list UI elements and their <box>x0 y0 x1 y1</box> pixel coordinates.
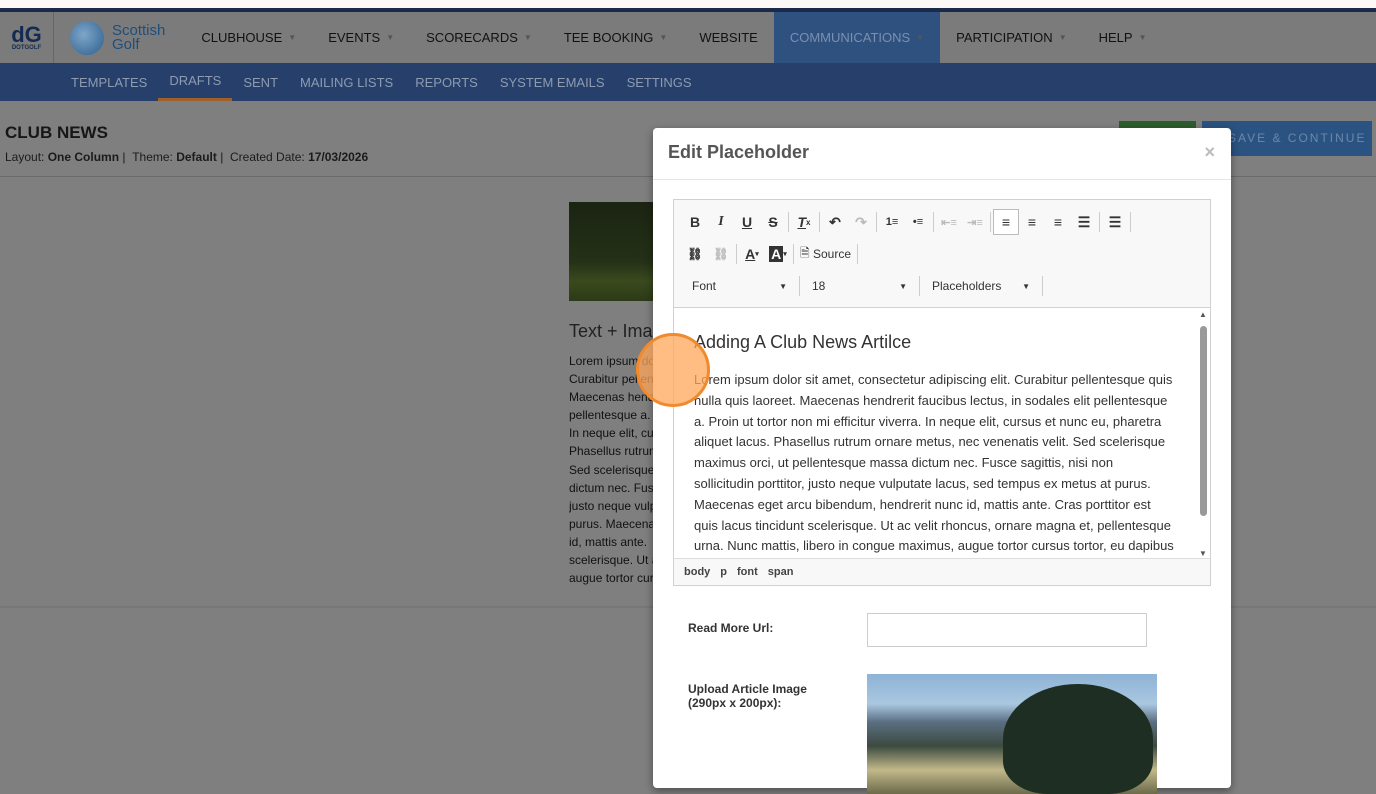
caret-down-icon: ▼ <box>1058 33 1067 42</box>
text-line: purus. Maecenas <box>569 516 659 531</box>
indent-icon[interactable]: ⇥≡ <box>962 209 988 235</box>
page-title: CLUB NEWS <box>5 123 108 142</box>
paragraph-line: quis lacus tincidunt scelerisque. Ut ac … <box>694 517 1171 533</box>
unlink-icon[interactable]: ⛓ <box>708 241 734 267</box>
nav-scorecards[interactable]: SCORECARDS ▼ <box>410 12 548 63</box>
paragraph-line: sollicitudin porttitor, justo neque vulp… <box>694 475 1151 491</box>
editor-content[interactable]: Adding A Club News Artilce Lorem ipsum d… <box>674 308 1210 558</box>
page-meta: Layout: One Column | Theme: Default | Cr… <box>5 150 369 164</box>
article-heading: Adding A Club News Artilce <box>694 332 912 352</box>
text-line: id, mattis ante. <box>569 534 648 549</box>
horizontal-rule-icon[interactable]: ☰ <box>1102 209 1128 235</box>
paragraph-line: maximus orci, ut pellentesque massa dict… <box>694 455 1114 471</box>
justify-icon[interactable]: ☰ <box>1071 209 1097 235</box>
subnav-system-emails[interactable]: SYSTEM EMAILS <box>489 63 616 101</box>
path-p[interactable]: p <box>720 566 727 578</box>
golf-ball-icon <box>70 20 104 55</box>
align-left-icon[interactable]: ≡ <box>993 209 1019 235</box>
underline-icon[interactable]: U <box>734 209 760 235</box>
remove-format-icon[interactable]: Tx <box>791 209 817 235</box>
redo-icon[interactable]: ↷ <box>848 209 874 235</box>
undo-icon[interactable]: ↶ <box>822 209 848 235</box>
align-center-icon[interactable]: ≡ <box>1019 209 1045 235</box>
close-icon[interactable]: × <box>1204 142 1215 163</box>
dotgolf-logo[interactable]: dG DOTGOLF <box>0 12 54 63</box>
paragraph-line: Lorem ipsum dolor sit amet, consectetur … <box>694 372 1173 387</box>
subnav-reports[interactable]: REPORTS <box>404 63 489 101</box>
scrollbar[interactable]: ▲ ▼ <box>1198 310 1208 558</box>
paragraph-line: aliquet lacus. Phasellus rutrum ornare m… <box>694 434 1166 450</box>
text-line: pellentesque a. <box>569 408 651 423</box>
read-more-url-input[interactable] <box>867 613 1147 647</box>
source-button[interactable]: 🗎 Source <box>796 241 855 267</box>
text-line: augue tortor cursus <box>569 571 659 586</box>
rich-text-editor: B I U S Tx ↶ ↷ 1≡ •≡ ⇤≡ ⇥≡ ≡ ≡ ≡ ☰ ☰ ⛓ ⛓… <box>673 199 1211 586</box>
numbered-list-icon[interactable]: 1≡ <box>879 209 905 235</box>
read-more-label: Read More Url: <box>688 621 774 635</box>
text-color-icon[interactable]: A ▾ <box>739 241 765 267</box>
subnav-sent[interactable]: SENT <box>232 63 289 101</box>
caret-down-icon: ▼ <box>916 33 925 42</box>
text-line: justo neque vulputate <box>569 498 659 513</box>
paragraph-line: a. Proin ut tortor non mi efficitur vive… <box>694 413 1162 429</box>
uploaded-image-tree <box>1003 684 1153 794</box>
caret-down-icon: ▼ <box>288 33 297 42</box>
paragraph-line: urna. Nunc mattis, libero in congue maxi… <box>694 538 1174 554</box>
text-line: Sed scelerisque <box>569 462 655 477</box>
font-select[interactable]: Font ▼ <box>682 279 797 293</box>
upload-label: Upload Article Image (290px x 200px): <box>688 682 807 710</box>
placeholders-select[interactable]: Placeholders ▼ <box>922 279 1040 293</box>
path-body[interactable]: body <box>684 566 710 578</box>
click-indicator <box>636 333 710 407</box>
font-size-select[interactable]: 18 ▼ <box>802 279 917 293</box>
subnav-settings[interactable]: SETTINGS <box>616 63 703 101</box>
browser-top <box>0 0 1376 8</box>
italic-icon[interactable]: I <box>708 209 734 235</box>
nav-tee-booking[interactable]: TEE BOOKING ▼ <box>548 12 684 63</box>
caret-down-icon: ▼ <box>1138 33 1147 42</box>
edit-placeholder-modal: Edit Placeholder × B I U S Tx ↶ ↷ 1≡ •≡ ⇤… <box>653 128 1231 794</box>
text-line: In neque elit, cursus <box>569 426 659 441</box>
caret-down-icon: ▼ <box>386 33 395 42</box>
bullet-list-icon[interactable]: •≡ <box>905 209 931 235</box>
text-line: Phasellus rutrum <box>569 444 659 459</box>
link-icon[interactable]: ⛓ <box>682 241 708 267</box>
outdent-icon[interactable]: ⇤≡ <box>936 209 962 235</box>
nav-events[interactable]: EVENTS ▼ <box>312 12 410 63</box>
paragraph-line: nulla quis laoreet. Maecenas hendrerit f… <box>694 392 1168 408</box>
align-right-icon[interactable]: ≡ <box>1045 209 1071 235</box>
nav-communications[interactable]: COMMUNICATIONS ▼ <box>773 12 941 63</box>
text-line: scelerisque. Ut ac <box>569 553 659 568</box>
strikethrough-icon[interactable]: S <box>760 209 786 235</box>
sub-nav: TEMPLATES DRAFTS SENT MAILING LISTS REPORTS S… <box>0 63 1376 101</box>
element-path: body p font span <box>674 558 1210 585</box>
editor-toolbar: B I U S Tx ↶ ↷ 1≡ •≡ ⇤≡ ⇥≡ ≡ ≡ ≡ ☰ ☰ ⛓ ⛓… <box>674 200 1210 308</box>
path-font[interactable]: font <box>737 566 758 578</box>
bold-icon[interactable]: B <box>682 209 708 235</box>
nav-help[interactable]: HELP ▼ <box>1083 12 1163 63</box>
nav-website[interactable]: WEBSITE <box>683 12 774 63</box>
nav-clubhouse[interactable]: CLUBHOUSE ▼ <box>185 12 312 63</box>
caret-down-icon: ▼ <box>523 33 532 42</box>
paragraph-line: Maecenas eget arcu bibendum, hendrerit n… <box>694 496 1151 512</box>
path-span[interactable]: span <box>768 566 794 578</box>
scottish-golf-logo[interactable]: Scottish Golf <box>70 20 165 55</box>
subnav-drafts[interactable]: DRAFTS <box>158 63 233 101</box>
background-color-icon[interactable]: A ▾ <box>765 241 791 267</box>
text-line: dictum nec. Fusce <box>569 480 659 495</box>
nav-participation[interactable]: PARTICIPATION ▼ <box>940 12 1082 63</box>
article-image <box>569 202 659 301</box>
subnav-mailing-lists[interactable]: MAILING LISTS <box>289 63 404 101</box>
main-nav: dG DOTGOLF Scottish Golf CLUBHOUSE ▼ EVENTS ▼… <box>0 12 1376 63</box>
subnav-templates[interactable]: TEMPLATES <box>60 63 158 101</box>
modal-title: Edit Placeholder <box>668 142 810 162</box>
caret-down-icon: ▼ <box>659 33 668 42</box>
